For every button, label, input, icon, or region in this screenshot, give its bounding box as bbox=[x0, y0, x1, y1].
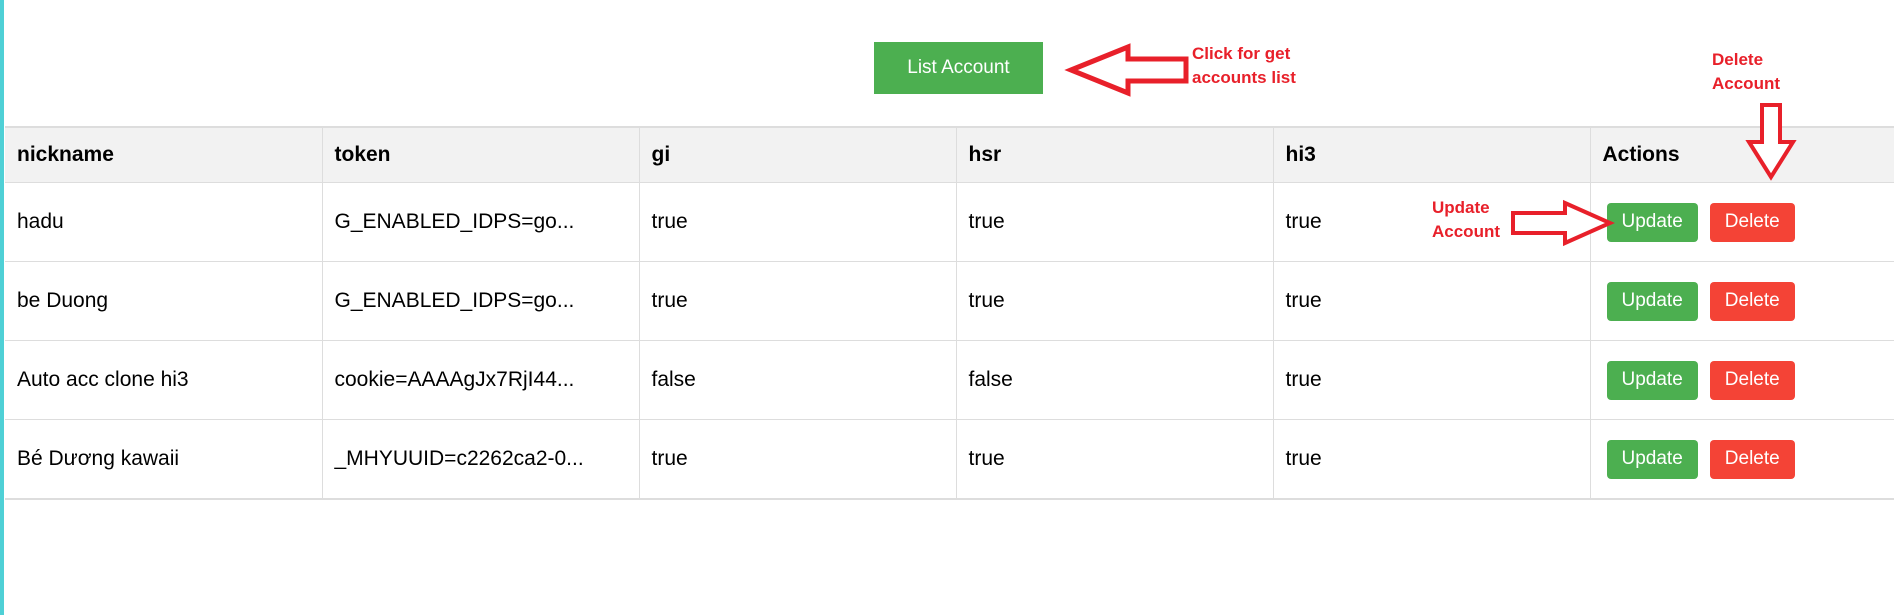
cell-actions: Update Delete bbox=[1589, 261, 1894, 341]
annotation-line: accounts list bbox=[1192, 68, 1296, 87]
delete-button[interactable]: Delete bbox=[1709, 360, 1795, 400]
list-hint-annotation: Click for get accounts list bbox=[1192, 42, 1296, 90]
cell-gi: true bbox=[638, 419, 956, 500]
delete-button[interactable]: Delete bbox=[1709, 281, 1795, 321]
header-token: token bbox=[321, 126, 639, 183]
cell-token: G_ENABLED_IDPS=go... bbox=[321, 182, 639, 262]
cell-nickname: Auto acc clone hi3 bbox=[5, 340, 322, 420]
header-nickname: nickname bbox=[5, 126, 322, 183]
accounts-table: nickname token gi hsr hi3 Actions hadu G_… bbox=[5, 126, 1894, 500]
update-button[interactable]: Update bbox=[1606, 360, 1698, 400]
cell-gi: false bbox=[638, 340, 956, 420]
cell-actions: Update Delete bbox=[1589, 340, 1894, 420]
cell-gi: true bbox=[638, 261, 956, 341]
cell-hsr: true bbox=[955, 261, 1273, 341]
list-account-button[interactable]: List Account bbox=[874, 42, 1043, 94]
down-arrow-annotation bbox=[1745, 103, 1797, 181]
header-hsr: hsr bbox=[955, 126, 1273, 183]
delete-hint-annotation: Delete Account bbox=[1712, 48, 1780, 96]
header-actions: Actions bbox=[1589, 126, 1894, 183]
cell-nickname: Bé Dương kawaii bbox=[5, 419, 322, 500]
annotation-line: Delete bbox=[1712, 50, 1764, 69]
cell-token: _MHYUUID=c2262ca2-0... bbox=[321, 419, 639, 500]
header-hi3: hi3 bbox=[1272, 126, 1590, 183]
cell-hsr: true bbox=[955, 182, 1273, 262]
cell-token: G_ENABLED_IDPS=go... bbox=[321, 261, 639, 341]
update-button[interactable]: Update bbox=[1606, 202, 1698, 242]
table-row: Bé Dương kawaii _MHYUUID=c2262ca2-0... tru… bbox=[5, 419, 1894, 500]
cell-actions: Update Delete bbox=[1589, 182, 1894, 262]
delete-button[interactable]: Delete bbox=[1709, 202, 1795, 242]
table-row: be Duong G_ENABLED_IDPS=go... true true true… bbox=[5, 261, 1894, 341]
cell-hsr: true bbox=[955, 419, 1273, 500]
header-gi: gi bbox=[638, 126, 956, 183]
cell-hsr: false bbox=[955, 340, 1273, 420]
cell-nickname: hadu bbox=[5, 182, 322, 262]
left-arrow-annotation bbox=[1064, 43, 1189, 97]
cell-nickname: be Duong bbox=[5, 261, 322, 341]
cell-actions: Update Delete bbox=[1589, 419, 1894, 500]
cell-token: cookie=AAAAgJx7RjI44... bbox=[321, 340, 639, 420]
delete-button[interactable]: Delete bbox=[1709, 439, 1795, 479]
annotation-line: Account bbox=[1712, 74, 1780, 93]
annotation-line: Account bbox=[1432, 222, 1500, 241]
annotation-line: Click for get bbox=[1192, 44, 1291, 63]
cell-gi: true bbox=[638, 182, 956, 262]
window-left-border bbox=[0, 0, 4, 615]
table-row: Auto acc clone hi3 cookie=AAAAgJx7RjI44..… bbox=[5, 340, 1894, 420]
cell-hi3: true bbox=[1272, 419, 1590, 500]
update-hint-annotation: Update Account bbox=[1432, 196, 1500, 244]
update-button[interactable]: Update bbox=[1606, 439, 1698, 479]
table-header-row: nickname token gi hsr hi3 Actions bbox=[5, 126, 1894, 183]
update-button[interactable]: Update bbox=[1606, 281, 1698, 321]
right-arrow-annotation bbox=[1511, 199, 1615, 247]
annotation-line: Update bbox=[1432, 198, 1490, 217]
cell-hi3: true bbox=[1272, 261, 1590, 341]
cell-hi3: true bbox=[1272, 340, 1590, 420]
